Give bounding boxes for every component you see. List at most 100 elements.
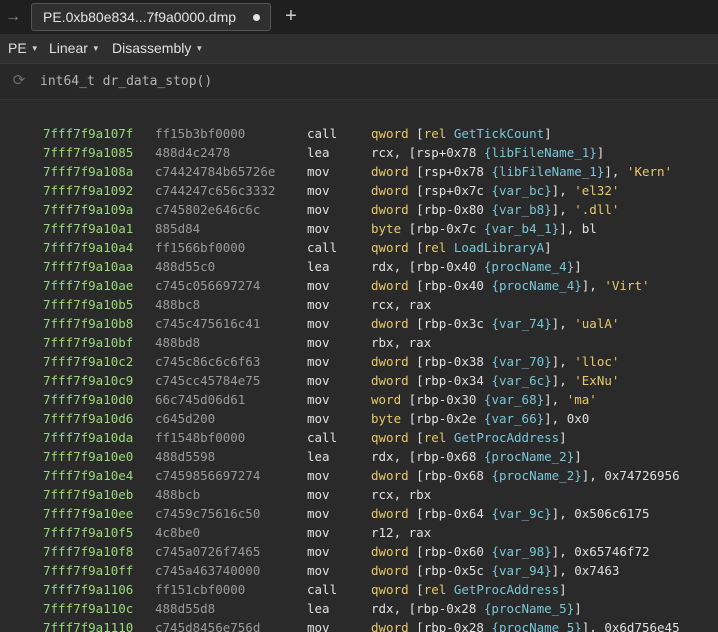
instruction-mnemonic[interactable]: mov <box>307 485 330 504</box>
instruction-operands[interactable]: dword [rbp-0x40 {procName_4}], 'Virt' <box>371 276 650 295</box>
instruction-mnemonic[interactable]: mov <box>307 181 330 200</box>
instruction-mnemonic[interactable]: mov <box>307 371 330 390</box>
instruction-mnemonic[interactable]: call <box>307 580 337 599</box>
instruction-address[interactable]: 7fff7f9a10c9 <box>43 371 133 390</box>
instruction-operands[interactable]: rdx, [rbp-0x68 {procName_2}] <box>371 447 582 466</box>
instruction-operands[interactable]: dword [rbp-0x38 {var_70}], 'lloc' <box>371 352 619 371</box>
instruction-operands[interactable]: rbx, rax <box>371 333 431 352</box>
instruction-mnemonic[interactable]: mov <box>307 200 330 219</box>
operand-token[interactable]: LoadLibraryA <box>454 240 544 255</box>
instruction-operands[interactable]: byte [rbp-0x7c {var_b4_1}], bl <box>371 219 597 238</box>
instruction-address[interactable]: 7fff7f9a10f5 <box>43 523 133 542</box>
instruction-row[interactable]: 7fff7f9a1085 488d4c2478 lea rcx, [rsp+0x78 … <box>0 143 718 162</box>
instruction-address[interactable]: 7fff7f9a10d6 <box>43 409 133 428</box>
instruction-row[interactable]: 7fff7f9a110c 488d55d8 lea rdx, [rbp-0x28 {p… <box>0 599 718 618</box>
instruction-address[interactable]: 7fff7f9a107f <box>43 124 133 143</box>
instruction-row[interactable]: 7fff7f9a10f5 4c8be0 mov r12, rax <box>0 523 718 542</box>
instruction-operands[interactable]: dword [rbp-0x60 {var_98}], 0x65746f72 <box>371 542 650 561</box>
instruction-mnemonic[interactable]: mov <box>307 466 330 485</box>
instruction-mnemonic[interactable]: mov <box>307 542 330 561</box>
instruction-mnemonic[interactable]: mov <box>307 523 330 542</box>
instruction-operands[interactable]: rcx, rbx <box>371 485 431 504</box>
instruction-row[interactable]: 7fff7f9a10b8 c745c475616c41 mov dword [rbp-… <box>0 314 718 333</box>
instruction-row[interactable]: 7fff7f9a1092 c744247c656c3332 mov dword [rs… <box>0 181 718 200</box>
instruction-row[interactable]: 7fff7f9a10c9 c745cc45784e75 mov dword [rbp-… <box>0 371 718 390</box>
instruction-address[interactable]: 7fff7f9a10ae <box>43 276 133 295</box>
instruction-row[interactable]: 7fff7f9a10e0 488d5598 lea rdx, [rbp-0x68 {p… <box>0 447 718 466</box>
operand-token[interactable]: GetProcAddress <box>454 582 559 597</box>
operand-token[interactable]: {libFileName_1} <box>484 145 597 160</box>
instruction-operands[interactable]: dword [rbp-0x68 {procName_2}], 0x7472695… <box>371 466 680 485</box>
instruction-row[interactable]: 7fff7f9a10f8 c745a0726f7465 mov dword [rbp-… <box>0 542 718 561</box>
instruction-operands[interactable]: r12, rax <box>371 523 431 542</box>
operand-token[interactable]: {var_b8} <box>491 202 551 217</box>
function-signature[interactable]: int64_t dr_data_stop() <box>40 64 212 100</box>
operand-token[interactable]: {procName_4} <box>491 278 581 293</box>
instruction-row[interactable]: 7fff7f9a10e4 c7459856697274 mov dword [rbp-… <box>0 466 718 485</box>
instruction-mnemonic[interactable]: lea <box>307 447 330 466</box>
instruction-mnemonic[interactable]: mov <box>307 162 330 181</box>
instruction-address[interactable]: 7fff7f9a1085 <box>43 143 133 162</box>
instruction-mnemonic[interactable]: mov <box>307 618 330 632</box>
instruction-row[interactable]: 7fff7f9a10ee c7459c75616c50 mov dword [rbp-… <box>0 504 718 523</box>
instruction-row[interactable]: 7fff7f9a1110 c745d8456e756d mov dword [rbp-… <box>0 618 718 632</box>
instruction-mnemonic[interactable]: mov <box>307 314 330 333</box>
operand-token[interactable]: {procName_2} <box>484 449 574 464</box>
operand-token[interactable]: {procName_5} <box>491 620 581 632</box>
instruction-address[interactable]: 7fff7f9a10b8 <box>43 314 133 333</box>
instruction-mnemonic[interactable]: mov <box>307 409 330 428</box>
operand-token[interactable]: {procName_2} <box>491 468 581 483</box>
instruction-row[interactable]: 7fff7f9a10ff c745a463740000 mov dword [rbp-… <box>0 561 718 580</box>
instruction-address[interactable]: 7fff7f9a10eb <box>43 485 133 504</box>
instruction-mnemonic[interactable]: lea <box>307 599 330 618</box>
instruction-row[interactable]: 7fff7f9a10eb 488bcb mov rcx, rbx <box>0 485 718 504</box>
arrow-right-icon[interactable]: → <box>0 5 26 29</box>
instruction-row[interactable]: 7fff7f9a10c2 c745c86c6c6f63 mov dword [rbp-… <box>0 352 718 371</box>
operand-token[interactable]: {var_66} <box>484 411 544 426</box>
instruction-operands[interactable]: byte [rbp-0x2e {var_66}], 0x0 <box>371 409 589 428</box>
operand-token[interactable]: {procName_5} <box>484 601 574 616</box>
instruction-mnemonic[interactable]: mov <box>307 504 330 523</box>
instruction-operands[interactable]: dword [rbp-0x64 {var_9c}], 0x506c6175 <box>371 504 650 523</box>
refresh-icon[interactable]: ⟳ <box>11 73 27 89</box>
instruction-row[interactable]: 7fff7f9a108a c74424784b65726e mov dword [rs… <box>0 162 718 181</box>
instruction-operands[interactable]: dword [rbp-0x5c {var_94}], 0x7463 <box>371 561 619 580</box>
instruction-row[interactable]: 7fff7f9a10d0 66c745d06d61 mov word [rbp-0x3… <box>0 390 718 409</box>
instruction-operands[interactable]: dword [rbp-0x34 {var_6c}], 'ExNu' <box>371 371 619 390</box>
instruction-mnemonic[interactable]: mov <box>307 333 330 352</box>
instruction-row[interactable]: 7fff7f9a107f ff15b3bf0000 call qword [rel G… <box>0 124 718 143</box>
layout-dropdown[interactable]: Linear ▼ <box>49 34 100 63</box>
operand-token[interactable]: {procName_4} <box>484 259 574 274</box>
instruction-operands[interactable]: dword [rbp-0x3c {var_74}], 'ualA' <box>371 314 619 333</box>
operand-token[interactable]: {libFileName_1} <box>491 164 604 179</box>
instruction-address[interactable]: 7fff7f9a1106 <box>43 580 133 599</box>
operand-token[interactable]: {var_9c} <box>491 506 551 521</box>
instruction-address[interactable]: 7fff7f9a10e4 <box>43 466 133 485</box>
instruction-address[interactable]: 7fff7f9a10a1 <box>43 219 133 238</box>
instruction-mnemonic[interactable]: mov <box>307 390 330 409</box>
instruction-mnemonic[interactable]: mov <box>307 295 330 314</box>
instruction-address[interactable]: 7fff7f9a10da <box>43 428 133 447</box>
instruction-row[interactable]: 7fff7f9a1106 ff151cbf0000 call qword [rel G… <box>0 580 718 599</box>
instruction-operands[interactable]: rdx, [rbp-0x40 {procName_4}] <box>371 257 582 276</box>
view-type-dropdown[interactable]: PE ▼ <box>8 34 39 63</box>
instruction-operands[interactable]: qword [rel LoadLibraryA] <box>371 238 552 257</box>
instruction-address[interactable]: 7fff7f9a10b5 <box>43 295 133 314</box>
operand-token[interactable]: {var_70} <box>491 354 551 369</box>
instruction-operands[interactable]: qword [rel GetTickCount] <box>371 124 552 143</box>
instruction-row[interactable]: 7fff7f9a10a1 885d84 mov byte [rbp-0x7c {var… <box>0 219 718 238</box>
operand-token[interactable]: {var_98} <box>491 544 551 559</box>
unsaved-dot-icon[interactable] <box>253 14 260 21</box>
instruction-operands[interactable]: word [rbp-0x30 {var_68}], 'ma' <box>371 390 597 409</box>
instruction-operands[interactable]: qword [rel GetProcAddress] <box>371 580 567 599</box>
operand-token[interactable]: {var_b4_1} <box>484 221 559 236</box>
operand-token[interactable]: {var_bc} <box>491 183 551 198</box>
instruction-address[interactable]: 7fff7f9a109a <box>43 200 133 219</box>
operand-token[interactable]: GetTickCount <box>454 126 544 141</box>
instruction-operands[interactable]: dword [rsp+0x7c {var_bc}], 'el32' <box>371 181 619 200</box>
instruction-address[interactable]: 7fff7f9a110c <box>43 599 133 618</box>
instruction-row[interactable]: 7fff7f9a10b5 488bc8 mov rcx, rax <box>0 295 718 314</box>
instruction-operands[interactable]: qword [rel GetProcAddress] <box>371 428 567 447</box>
instruction-row[interactable]: 7fff7f9a10da ff1548bf0000 call qword [rel G… <box>0 428 718 447</box>
instruction-address[interactable]: 7fff7f9a10c2 <box>43 352 133 371</box>
